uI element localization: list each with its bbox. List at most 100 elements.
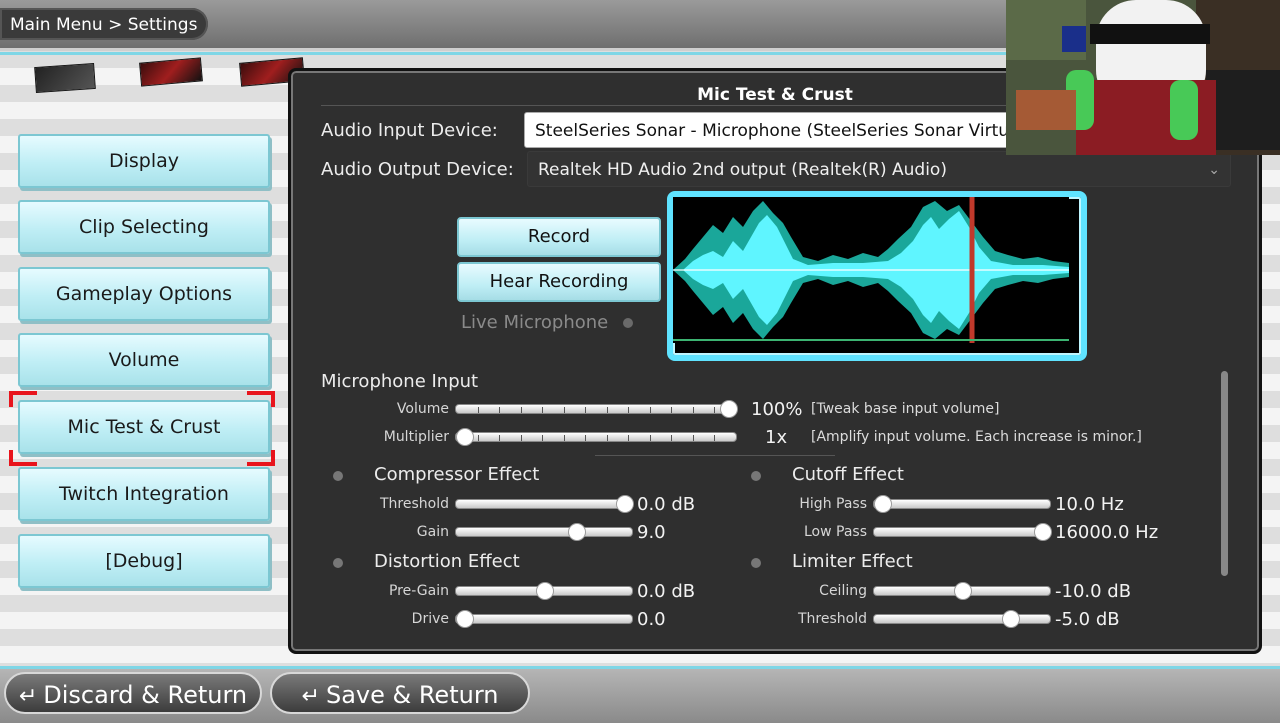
cutoff-heading: Cutoff Effect xyxy=(792,464,904,485)
pregain-label: Pre-Gain xyxy=(388,583,449,599)
ceiling-knob[interactable] xyxy=(954,582,972,600)
compressor-gain-value: 9.0 xyxy=(637,522,666,543)
slider-tick xyxy=(520,407,522,413)
distortion-toggle[interactable] xyxy=(333,558,343,568)
selection-corner xyxy=(247,391,275,407)
waveform-display xyxy=(667,191,1087,361)
volume-slider[interactable] xyxy=(455,400,738,418)
compressor-threshold-value: 0.0 dB xyxy=(637,494,696,515)
slider-tick xyxy=(477,407,479,413)
save-return-button[interactable]: ↵ Save & Return xyxy=(270,672,530,714)
drive-value: 0.0 xyxy=(637,609,666,630)
slider-tick xyxy=(714,407,716,413)
breadcrumb: Main Menu > Settings xyxy=(10,15,198,35)
menu-item-debug[interactable]: [Debug] xyxy=(18,534,270,588)
pregain-knob[interactable] xyxy=(536,582,554,600)
multiplier-slider[interactable] xyxy=(455,428,737,446)
audio-output-label: Audio Output Device: xyxy=(321,159,514,180)
selection-corner xyxy=(9,391,37,407)
panel-scrollbar[interactable] xyxy=(1221,371,1228,576)
limiter-threshold-value: -5.0 dB xyxy=(1055,609,1120,630)
waveform-graphic xyxy=(673,197,1069,343)
drive-knob[interactable] xyxy=(456,610,474,628)
slider-tick xyxy=(563,435,565,441)
decor-line xyxy=(0,52,1010,55)
slider-tick xyxy=(520,435,522,441)
slider-tick xyxy=(671,435,673,441)
selection-corner xyxy=(9,450,37,466)
hear-recording-button[interactable]: Hear Recording xyxy=(457,262,661,302)
limiter-threshold-slider[interactable] xyxy=(873,610,1051,628)
distortion-heading: Distortion Effect xyxy=(374,551,520,572)
slider-tick xyxy=(649,435,651,441)
mic-input-heading: Microphone Input xyxy=(321,371,479,392)
slider-tick xyxy=(585,435,587,441)
discard-return-button[interactable]: ↵ Discard & Return xyxy=(4,672,262,714)
compressor-threshold-slider[interactable] xyxy=(455,495,634,513)
compressor-gain-label: Gain xyxy=(416,524,449,540)
volume-value: 100% xyxy=(751,399,803,420)
drive-label: Drive xyxy=(411,611,449,627)
audio-input-label: Audio Input Device: xyxy=(321,120,498,141)
volume-hint: [Tweak base input volume] xyxy=(811,401,1000,417)
limiter-threshold-label: Threshold xyxy=(798,611,867,627)
compressor-gain-knob[interactable] xyxy=(568,523,586,541)
cutoff-toggle[interactable] xyxy=(751,471,761,481)
menu-item-volume[interactable]: Volume xyxy=(18,333,270,387)
menu-item-clip-selecting[interactable]: Clip Selecting xyxy=(18,200,270,254)
background-thumbnail xyxy=(139,57,203,87)
compressor-gain-slider[interactable] xyxy=(455,523,633,541)
highpass-value: 10.0 Hz xyxy=(1055,494,1124,515)
slider-tick xyxy=(671,407,673,413)
slider-tick xyxy=(628,407,630,413)
menu-item-display[interactable]: Display xyxy=(18,134,270,188)
selection-corner xyxy=(247,450,275,466)
return-arrow-icon: ↵ xyxy=(18,684,38,709)
record-button[interactable]: Record xyxy=(457,217,661,257)
audio-input-value: SteelSeries Sonar - Microphone (SteelSer… xyxy=(535,121,1010,141)
slider-tick xyxy=(499,407,501,413)
limiter-heading: Limiter Effect xyxy=(792,551,913,572)
pregain-value: 0.0 dB xyxy=(637,581,696,602)
divider xyxy=(595,455,835,456)
compressor-toggle[interactable] xyxy=(333,471,343,481)
lowpass-slider[interactable] xyxy=(873,523,1052,541)
background-thumbnail xyxy=(34,62,96,94)
menu-item-mic-test[interactable]: Mic Test & Crust xyxy=(18,400,270,454)
live-microphone-label: Live Microphone xyxy=(461,312,609,333)
slider-tick xyxy=(542,435,544,441)
volume-slider-knob[interactable] xyxy=(720,400,738,418)
slider-tick xyxy=(542,407,544,413)
ceiling-label: Ceiling xyxy=(819,583,867,599)
audio-output-dropdown[interactable]: Realtek HD Audio 2nd output (Realtek(R) … xyxy=(527,151,1231,187)
chevron-down-icon: ⌄ xyxy=(1208,162,1220,178)
menu-item-twitch-integration[interactable]: Twitch Integration xyxy=(18,467,270,521)
drive-slider[interactable] xyxy=(455,610,633,628)
menu-item-gameplay-options[interactable]: Gameplay Options xyxy=(18,267,270,321)
multiplier-value: 1x xyxy=(765,427,788,448)
limiter-toggle[interactable] xyxy=(751,558,761,568)
ceiling-value: -10.0 dB xyxy=(1055,581,1132,602)
compressor-heading: Compressor Effect xyxy=(374,464,540,485)
ceiling-slider[interactable] xyxy=(873,582,1051,600)
live-microphone-toggle[interactable] xyxy=(623,318,633,328)
settings-panel: Mic Test & Crust Audio Input Device: Ste… xyxy=(288,68,1262,654)
highpass-label: High Pass xyxy=(799,496,867,512)
lowpass-knob[interactable] xyxy=(1034,523,1052,541)
highpass-slider[interactable] xyxy=(873,495,1051,513)
multiplier-slider-knob[interactable] xyxy=(456,428,474,446)
compressor-threshold-knob[interactable] xyxy=(616,495,634,513)
slider-tick xyxy=(692,407,694,413)
slider-tick xyxy=(606,407,608,413)
slider-tick xyxy=(714,435,716,441)
audio-output-value: Realtek HD Audio 2nd output (Realtek(R) … xyxy=(538,160,947,180)
slider-tick xyxy=(563,407,565,413)
highpass-knob[interactable] xyxy=(874,495,892,513)
pregain-slider[interactable] xyxy=(455,582,633,600)
limiter-threshold-knob[interactable] xyxy=(1002,610,1020,628)
slider-tick xyxy=(499,435,501,441)
discard-return-label: Discard & Return xyxy=(43,681,248,709)
webcam-overlay xyxy=(1006,0,1280,155)
slider-tick xyxy=(692,435,694,441)
lowpass-label: Low Pass xyxy=(804,524,867,540)
